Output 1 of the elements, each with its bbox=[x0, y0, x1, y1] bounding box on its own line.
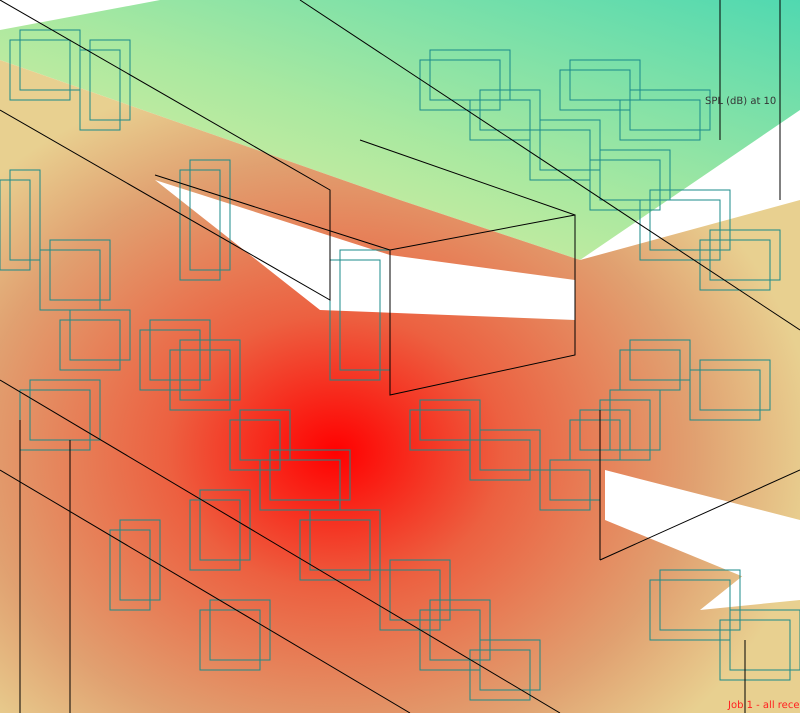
job-label: Job 1 - all recei bbox=[728, 700, 800, 711]
